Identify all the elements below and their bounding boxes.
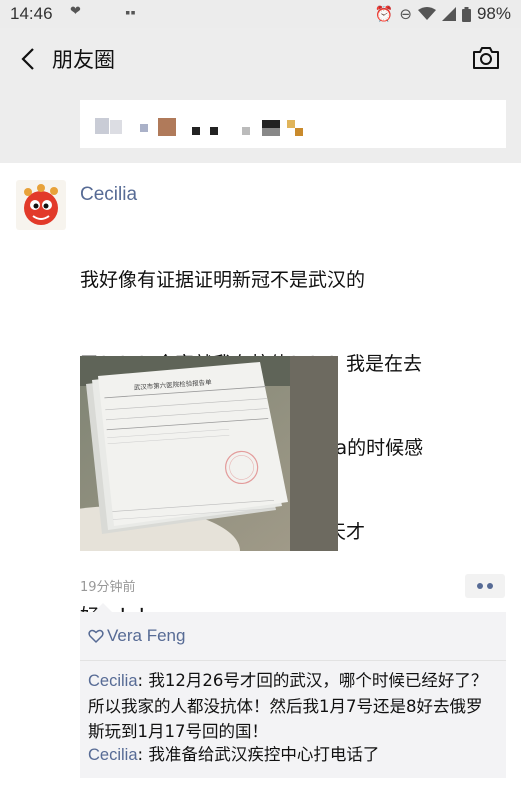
comment-item[interactable]: Cecilia: 我准备给武汉疾控中心打电话了: [88, 742, 498, 768]
post-photo[interactable]: 武汉市第六医院检验报告单: [80, 356, 338, 551]
pixelated-block: [192, 127, 200, 135]
status-icons: ⏰ ⊖ 98%: [375, 4, 511, 24]
do-not-disturb-icon: ⊖: [399, 5, 412, 23]
camera-icon[interactable]: [471, 44, 501, 72]
comment-author[interactable]: Cecilia: [88, 746, 138, 764]
status-time: 14:46: [10, 4, 53, 23]
heart-icon: ❤: [70, 4, 81, 19]
battery-percent: 98%: [476, 4, 511, 23]
back-arrow-icon[interactable]: [14, 44, 44, 74]
comment-separator: :: [137, 745, 149, 764]
pixelated-block: [262, 128, 280, 136]
wifi-icon: [417, 7, 436, 20]
post-text-line: 我好像有证据证明新冠不是武汉的: [80, 269, 366, 291]
pixelated-block: [158, 118, 176, 136]
post-timestamp: 19分钟前: [80, 580, 136, 595]
pixelated-block: [287, 120, 295, 128]
pixelated-block: [295, 128, 303, 136]
post-author-name[interactable]: Cecilia: [80, 184, 137, 206]
pixelated-block: [262, 120, 280, 128]
avatar[interactable]: [16, 180, 66, 230]
pixelated-block: [210, 127, 218, 135]
comment-text: 我12月26号才回的武汉，哪个时候已经好了？所以我家的人都没抗体！然后我1月7号…: [88, 671, 488, 741]
more-actions-button[interactable]: [465, 574, 505, 598]
pixelated-block: [95, 118, 109, 134]
comment-text: 我准备给武汉疾控中心打电话了: [148, 745, 380, 764]
comment-item[interactable]: Cecilia: 我12月26号才回的武汉，哪个时候已经好了？所以我家的人都没抗…: [88, 668, 498, 744]
pixelated-block: [110, 120, 122, 134]
pixelated-block: [242, 127, 250, 135]
dot-icon: [487, 583, 493, 589]
likes-row: Vera Feng: [88, 626, 185, 646]
like-names[interactable]: Vera Feng: [107, 626, 185, 646]
dot-icon: [477, 583, 483, 589]
comment-author[interactable]: Cecilia: [88, 672, 138, 690]
signal-icon: [441, 7, 456, 21]
page-title: 朋友圈: [52, 48, 115, 72]
nav-bar: 朋友圈: [0, 28, 521, 90]
medical-report-photo: 武汉市第六医院检验报告单: [80, 356, 338, 551]
notification-icon: ▪▪: [125, 8, 136, 18]
status-bar: 14:46 ❤ ▪▪ ⏰ ⊖ 98%: [0, 0, 521, 28]
battery-icon: [461, 6, 471, 22]
heart-outline-icon: [88, 629, 104, 643]
divider: [80, 660, 506, 661]
pixelated-block: [140, 124, 148, 132]
avatar-cartoon-icon: [16, 180, 66, 230]
comment-separator: :: [137, 671, 149, 690]
alarm-icon: ⏰: [374, 5, 394, 23]
